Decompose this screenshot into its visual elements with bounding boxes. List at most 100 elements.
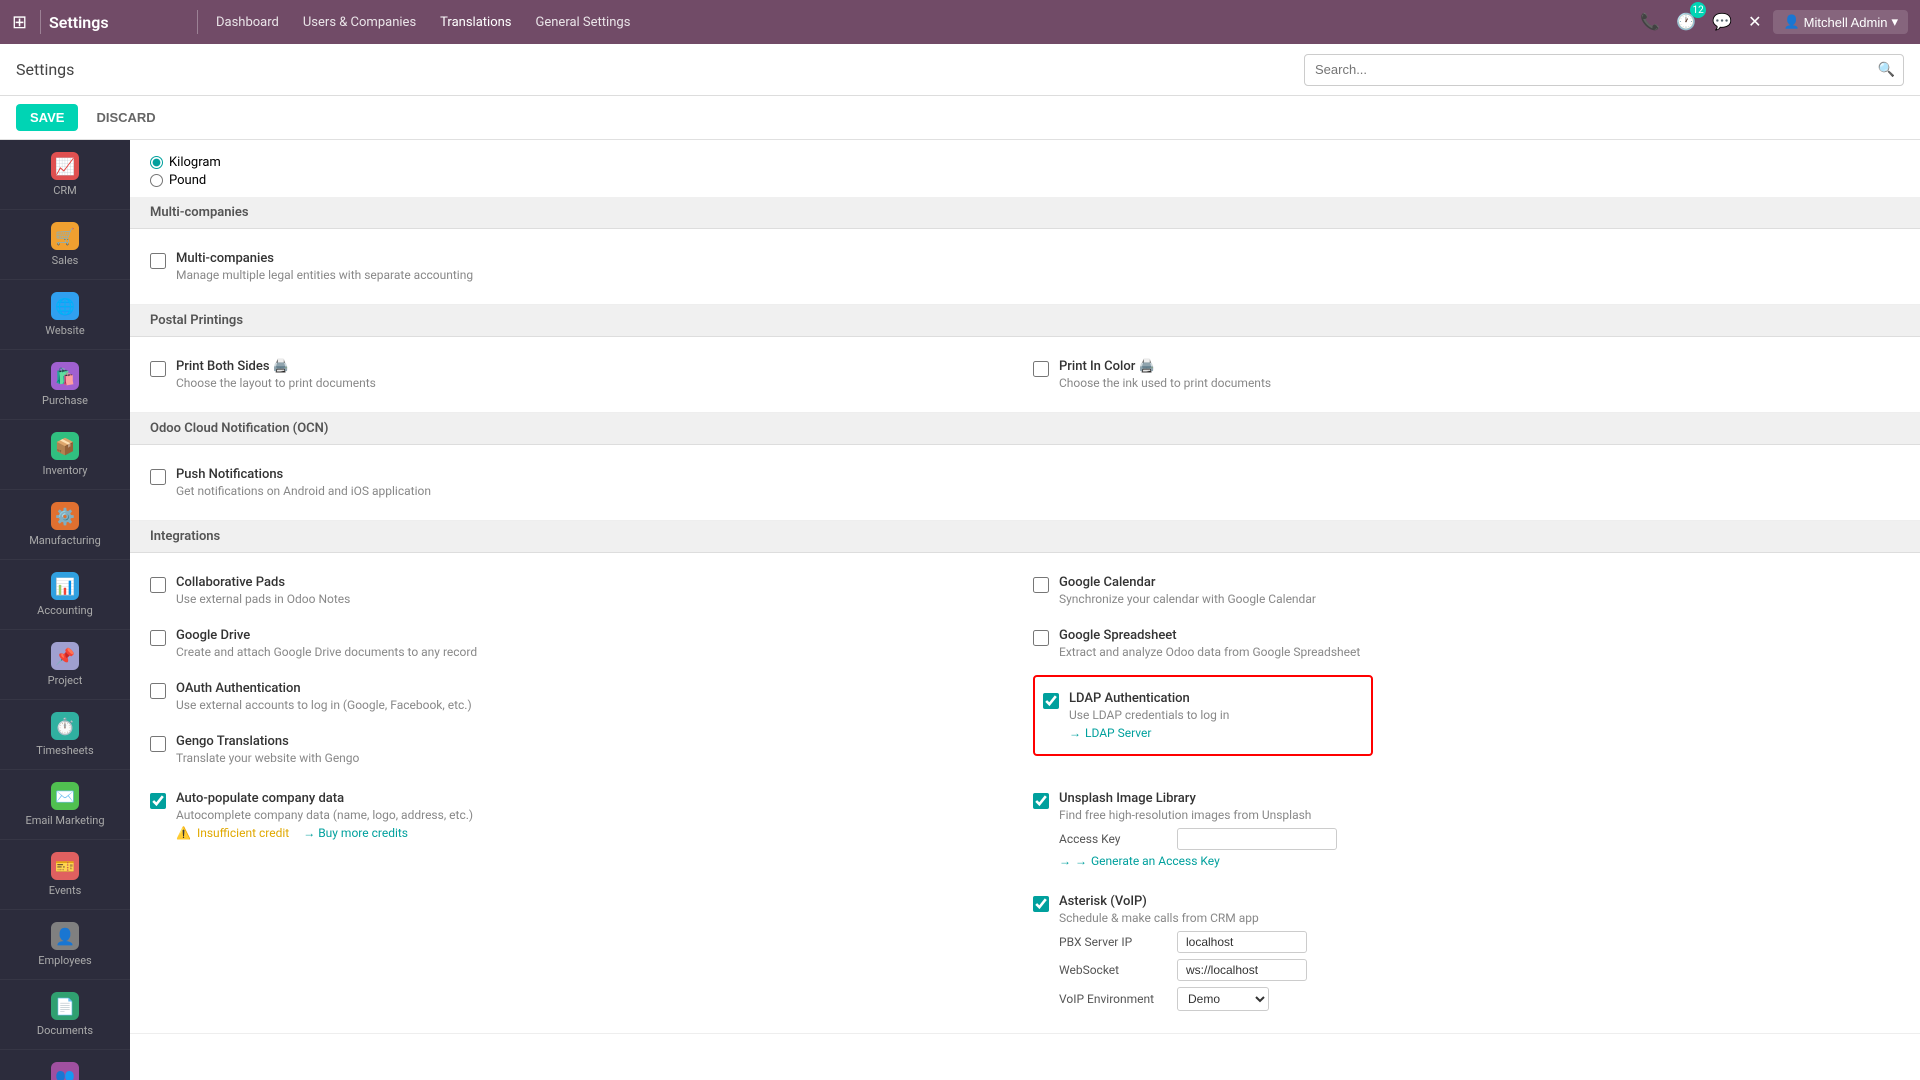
inventory-icon: 📦 — [51, 432, 79, 460]
ldap-server-link[interactable]: LDAP Server — [1069, 726, 1229, 740]
nav-translations[interactable]: Translations — [430, 9, 521, 36]
oauth-auth-text: OAuth Authentication Use external accoun… — [176, 681, 472, 712]
gengo-translations-checkbox[interactable] — [150, 736, 166, 752]
multi-companies-desc: Manage multiple legal entities with sepa… — [176, 268, 473, 282]
sidebar-item-website[interactable]: 🌐 Website — [0, 280, 130, 350]
pbx-server-input[interactable] — [1177, 931, 1307, 953]
sidebar-label-website: Website — [45, 324, 84, 337]
search-input[interactable] — [1305, 62, 1870, 77]
websocket-label: WebSocket — [1059, 963, 1169, 977]
sidebar-item-project[interactable]: 📌 Project — [0, 630, 130, 700]
google-drive-item: Google Drive Create and attach Google Dr… — [150, 622, 1017, 665]
collab-pads-checkbox[interactable] — [150, 577, 166, 593]
voip-environment-label: VoIP Environment — [1059, 992, 1169, 1006]
print-both-sides-item: Print Both Sides 🖨️ Choose the layout to… — [150, 353, 1017, 396]
nav-dashboard[interactable]: Dashboard — [206, 9, 289, 36]
generate-access-key-link[interactable]: → Generate an Access Key — [1059, 854, 1337, 868]
ldap-auth-highlighted-box: LDAP Authentication Use LDAP credentials… — [1033, 675, 1373, 756]
print-both-sides-checkbox[interactable] — [150, 361, 166, 377]
page-title: Settings — [16, 60, 1296, 79]
ldap-auth-checkbox[interactable] — [1043, 693, 1059, 709]
phone-icon[interactable]: 📞 — [1636, 8, 1664, 36]
warning-icon: ⚠️ — [176, 826, 191, 840]
unsplash-desc: Find free high-resolution images from Un… — [1059, 808, 1337, 822]
search-icon[interactable]: 🔍 — [1870, 61, 1903, 78]
google-spreadsheet-desc: Extract and analyze Odoo data from Googl… — [1059, 645, 1360, 659]
gengo-translations-text: Gengo Translations Translate your websit… — [176, 734, 359, 765]
auto-populate-checkbox[interactable] — [150, 793, 166, 809]
access-key-row: Access Key — [1059, 828, 1337, 850]
multi-companies-header: Multi-companies — [130, 197, 1920, 229]
sidebar-item-inventory[interactable]: 📦 Inventory — [0, 420, 130, 490]
nav-users-companies[interactable]: Users & Companies — [293, 9, 426, 36]
events-icon: 🎫 — [51, 852, 79, 880]
postal-printings-header: Postal Printings — [130, 305, 1920, 337]
sidebar-item-sales[interactable]: 🛒 Sales — [0, 210, 130, 280]
chevron-down-icon: ▾ — [1891, 14, 1898, 30]
timesheets-icon: ⏱️ — [51, 712, 79, 740]
multi-companies-checkbox[interactable] — [150, 253, 166, 269]
sidebar-label-events: Events — [49, 884, 82, 897]
sidebar-item-recruitment[interactable]: 👥 Recruitment — [0, 1050, 130, 1080]
sidebar-item-documents[interactable]: 📄 Documents — [0, 980, 130, 1050]
discard-button[interactable]: DISCARD — [86, 104, 165, 131]
google-spreadsheet-text: Google Spreadsheet Extract and analyze O… — [1059, 628, 1360, 659]
email-marketing-icon: ✉️ — [51, 782, 79, 810]
sidebar-item-email-marketing[interactable]: ✉️ Email Marketing — [0, 770, 130, 840]
sidebar-label-crm: CRM — [53, 184, 77, 197]
voip-environment-select[interactable]: Demo Production — [1177, 987, 1269, 1011]
sidebar-item-manufacturing[interactable]: ⚙️ Manufacturing — [0, 490, 130, 560]
google-spreadsheet-checkbox[interactable] — [1033, 630, 1049, 646]
sidebar-label-manufacturing: Manufacturing — [29, 534, 101, 547]
gengo-translations-title: Gengo Translations — [176, 734, 359, 749]
sidebar-item-accounting[interactable]: 📊 Accounting — [0, 560, 130, 630]
print-in-color-checkbox[interactable] — [1033, 361, 1049, 377]
sidebar-item-purchase[interactable]: 🛍️ Purchase — [0, 350, 130, 420]
sidebar-label-project: Project — [48, 674, 83, 687]
sidebar-item-employees[interactable]: 👤 Employees — [0, 910, 130, 980]
print-in-color-desc: Choose the ink used to print documents — [1059, 376, 1271, 390]
websocket-input[interactable] — [1177, 959, 1307, 981]
search-bar: 🔍 — [1304, 54, 1904, 86]
print-both-sides-title: Print Both Sides 🖨️ — [176, 359, 376, 374]
google-calendar-checkbox[interactable] — [1033, 577, 1049, 593]
unsplash-text: Unsplash Image Library Find free high-re… — [1059, 791, 1337, 868]
multi-companies-text: Multi-companies Manage multiple legal en… — [176, 251, 473, 282]
app-title: Settings — [49, 13, 189, 32]
chat-icon[interactable]: 💬 — [1708, 8, 1736, 36]
google-drive-checkbox[interactable] — [150, 630, 166, 646]
ocn-header: Odoo Cloud Notification (OCN) — [130, 413, 1920, 445]
sidebar-item-crm[interactable]: 📈 CRM — [0, 140, 130, 210]
push-notifications-checkbox[interactable] — [150, 469, 166, 485]
voip-section-grid: Asterisk (VoIP) Schedule & make calls fr… — [150, 888, 1900, 1017]
sidebar-item-events[interactable]: 🎫 Events — [0, 840, 130, 910]
google-drive-desc: Create and attach Google Drive documents… — [176, 645, 477, 659]
print-in-color-item: Print In Color 🖨️ Choose the ink used to… — [1033, 353, 1900, 396]
insufficient-credit-warning: ⚠️ Insufficient credit Buy more credits — [176, 826, 473, 840]
unsplash-checkbox[interactable] — [1033, 793, 1049, 809]
asterisk-voip-desc: Schedule & make calls from CRM app — [1059, 911, 1307, 925]
insufficient-credit-label: Insufficient credit — [197, 826, 289, 840]
pound-radio[interactable] — [150, 174, 163, 187]
buy-more-credits-link[interactable]: Buy more credits — [303, 826, 408, 840]
save-button[interactable]: SAVE — [16, 104, 78, 131]
nav-general-settings[interactable]: General Settings — [526, 9, 641, 36]
kilogram-radio[interactable] — [150, 156, 163, 169]
print-in-color-title: Print In Color 🖨️ — [1059, 359, 1271, 374]
print-both-sides-text: Print Both Sides 🖨️ Choose the layout to… — [176, 359, 376, 390]
oauth-auth-desc: Use external accounts to log in (Google,… — [176, 698, 472, 712]
google-drive-text: Google Drive Create and attach Google Dr… — [176, 628, 477, 659]
sidebar-item-timesheets[interactable]: ⏱️ Timesheets — [0, 700, 130, 770]
asterisk-voip-checkbox[interactable] — [1033, 896, 1049, 912]
user-menu-button[interactable]: 👤 Mitchell Admin ▾ — [1773, 10, 1908, 34]
oauth-auth-item: OAuth Authentication Use external accoun… — [150, 675, 1017, 718]
oauth-auth-checkbox[interactable] — [150, 683, 166, 699]
close-icon[interactable]: ✕ — [1744, 8, 1765, 36]
google-calendar-text: Google Calendar Synchronize your calenda… — [1059, 575, 1316, 606]
access-key-input[interactable] — [1177, 828, 1337, 850]
integrations-col2: Google Calendar Synchronize your calenda… — [1033, 569, 1900, 771]
sidebar-label-sales: Sales — [52, 254, 79, 267]
units-section-partial: Kilogram Pound — [130, 140, 1920, 197]
manufacturing-icon: ⚙️ — [51, 502, 79, 530]
apps-menu-icon[interactable]: ⊞ — [12, 12, 32, 33]
